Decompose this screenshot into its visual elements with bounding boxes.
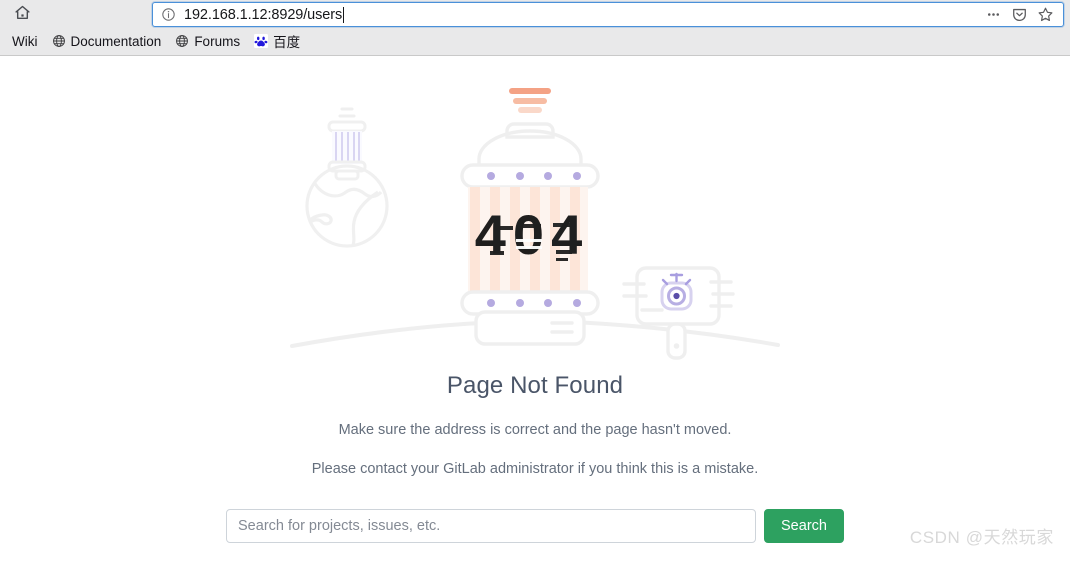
signpost-post	[666, 322, 687, 360]
error-page: 404 Page Not Found Make sure the address…	[0, 56, 1070, 559]
exhaust-bars	[509, 88, 551, 113]
baidu-paw-icon	[254, 34, 269, 48]
bookmark-item-documentation[interactable]: Documentation	[46, 32, 168, 51]
message-secondary: Please contact your GitLab administrator…	[311, 461, 759, 477]
pocket-save-icon[interactable]	[1006, 3, 1032, 26]
url-text: 192.168.1.12:8929/users	[184, 6, 343, 23]
bookmark-label: 百度	[273, 35, 301, 50]
page-title: Page Not Found	[446, 372, 624, 399]
message-primary: Make sure the address is correct and the…	[338, 422, 732, 438]
bookmark-label: Documentation	[70, 33, 162, 49]
bookmark-item-baidu[interactable]: 百度	[248, 29, 306, 53]
search-input[interactable]	[226, 509, 757, 543]
planet-with-antenna	[305, 107, 389, 248]
gitlab-404-rocket-illustration: 404	[290, 88, 780, 360]
bookmark-label: Forums	[194, 33, 241, 49]
svg-text:404: 404	[475, 203, 589, 266]
url-text-container: 192.168.1.12:8929/users	[184, 6, 980, 23]
home-button[interactable]	[8, 3, 36, 27]
bookmarks-toolbar: Wiki Documentation Forums 百度	[0, 29, 1070, 55]
globe-icon	[52, 34, 66, 48]
error-content: 404 Page Not Found Make sure the address…	[0, 56, 1070, 543]
rocket-capsule: 404	[460, 88, 600, 346]
bookmark-star-icon[interactable]	[1032, 3, 1058, 26]
navigation-toolbar: 192.168.1.12:8929/users	[0, 0, 1070, 29]
csdn-watermark: CSDN @天然玩家	[909, 528, 1054, 547]
home-icon	[14, 4, 31, 26]
bookmark-item-forums[interactable]: Forums	[169, 32, 246, 51]
page-actions-ellipsis-icon[interactable]	[980, 3, 1006, 26]
url-bar[interactable]: 192.168.1.12:8929/users	[152, 2, 1064, 27]
info-circle-icon[interactable]	[161, 7, 176, 22]
signpost-post-dot	[673, 343, 680, 349]
signpost-with-scope	[622, 266, 735, 360]
search-form: Search	[226, 509, 844, 543]
capsule-base	[474, 310, 586, 346]
browser-chrome: 192.168.1.12:8929/users Wiki Documentati…	[0, 0, 1070, 56]
bookmark-label: Wiki	[12, 33, 38, 49]
bookmark-item-wiki[interactable]: Wiki	[6, 32, 44, 51]
search-button[interactable]: Search	[764, 509, 844, 543]
globe-icon	[175, 34, 189, 48]
text-caret	[343, 6, 345, 23]
error-code-glitch: 404	[475, 203, 589, 266]
